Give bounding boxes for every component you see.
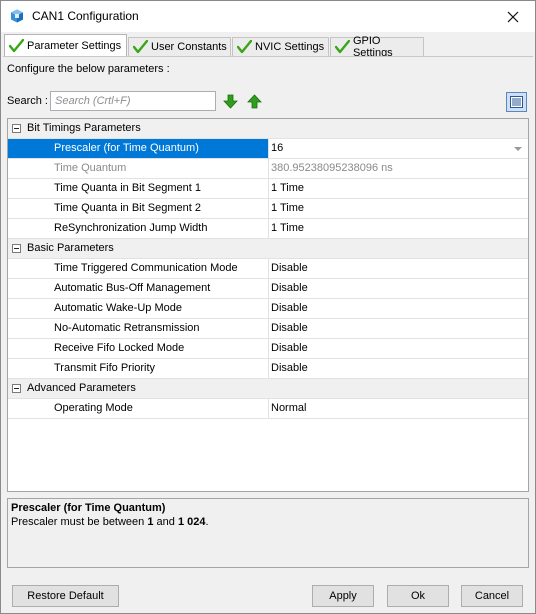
property-row-time-quantum: Time Quantum 380.95238095238096 ns [8,159,528,179]
property-name: Time Triggered Communication Mode [54,262,238,274]
property-value: 380.95238095238096 ns [268,159,528,178]
property-name: Automatic Wake-Up Mode [54,302,182,314]
description-panel: Prescaler (for Time Quantum) Prescaler m… [7,498,529,568]
checkmark-icon [9,38,24,52]
checkmark-icon [237,40,252,54]
dropdown-arrow-icon[interactable] [514,147,522,151]
property-name: Automatic Bus-Off Management [54,282,211,294]
property-name: Time Quanta in Bit Segment 2 [54,202,201,214]
property-name: Time Quantum [54,162,127,174]
group-basic-parameters[interactable]: Basic Parameters [8,239,528,259]
property-value[interactable]: Normal [268,399,528,418]
group-label: Advanced Parameters [27,382,136,394]
property-row-resync-jump-width[interactable]: ReSynchronization Jump Width 1 Time [8,219,528,239]
tab-bar: Parameter Settings User Constants NVIC S… [4,34,534,59]
collapse-icon[interactable] [12,384,21,393]
property-value[interactable]: Disable [268,299,528,318]
property-value[interactable]: Disable [268,259,528,278]
property-row-tx-fifo-priority[interactable]: Transmit Fifo Priority Disable [8,359,528,379]
cancel-button[interactable]: Cancel [461,585,523,607]
list-view-icon [510,96,523,108]
title-bar: CAN1 Configuration [1,1,535,32]
property-row-operating-mode[interactable]: Operating Mode Normal [8,399,528,419]
property-name: No-Automatic Retransmission [54,322,200,334]
property-value[interactable]: Disable [268,359,528,378]
parameter-settings-panel: Configure the below parameters : Search … [3,56,533,576]
tab-gpio-settings[interactable]: GPIO Settings [330,35,424,59]
tab-nvic-settings[interactable]: NVIC Settings [232,37,329,56]
group-bit-timings-parameters[interactable]: Bit Timings Parameters [8,119,528,139]
property-value[interactable]: Disable [268,319,528,338]
tab-label: NVIC Settings [255,41,325,53]
property-value[interactable]: 1 Time [268,199,528,218]
description-text: Prescaler must be between 1 and 1 024. [11,515,525,529]
close-icon [507,11,519,22]
property-grid: Bit Timings Parameters Prescaler (for Ti… [7,118,529,492]
property-row-time-triggered-mode[interactable]: Time Triggered Communication Mode Disabl… [8,259,528,279]
property-row-auto-wake-up[interactable]: Automatic Wake-Up Mode Disable [8,299,528,319]
property-value[interactable]: Disable [268,279,528,298]
ok-button[interactable]: Ok [387,585,449,607]
property-value[interactable]: Disable [268,339,528,358]
configure-instructions: Configure the below parameters : [7,63,170,75]
property-row-bit-segment-2[interactable]: Time Quanta in Bit Segment 2 1 Time [8,199,528,219]
property-row-no-auto-retransmission[interactable]: No-Automatic Retransmission Disable [8,319,528,339]
description-max: 1 024 [177,516,206,528]
restore-default-button[interactable]: Restore Default [12,585,119,607]
property-row-rx-fifo-locked[interactable]: Receive Fifo Locked Mode Disable [8,339,528,359]
arrow-up-icon[interactable] [247,94,262,109]
collapse-icon[interactable] [12,124,21,133]
can1-configuration-dialog: CAN1 Configuration Parameter Settings Us… [0,0,536,614]
description-suffix: . [205,516,209,528]
apply-button[interactable]: Apply [312,585,374,607]
property-value[interactable]: 16 [268,139,528,158]
tab-label: Parameter Settings [27,39,122,52]
property-value[interactable]: 1 Time [268,219,528,238]
search-label: Search : [7,95,48,107]
property-name: Time Quanta in Bit Segment 1 [54,182,201,194]
tab-label: User Constants [151,41,227,53]
property-name: Prescaler (for Time Quantum) [8,139,268,158]
description-title: Prescaler (for Time Quantum) [11,502,166,514]
collapse-icon[interactable] [12,244,21,253]
window-title: CAN1 Configuration [32,9,139,23]
checkmark-icon [133,40,148,54]
cube-app-icon [11,9,23,23]
arrow-down-icon[interactable] [223,94,238,109]
property-name: Receive Fifo Locked Mode [54,342,185,354]
group-advanced-parameters[interactable]: Advanced Parameters [8,379,528,399]
group-label: Bit Timings Parameters [27,122,141,134]
property-name: Transmit Fifo Priority [54,362,156,374]
tab-user-constants[interactable]: User Constants [128,37,231,56]
search-input[interactable] [50,91,216,111]
description-middle: and [153,516,178,528]
close-button[interactable] [491,1,535,32]
property-row-auto-bus-off[interactable]: Automatic Bus-Off Management Disable [8,279,528,299]
group-label: Basic Parameters [27,242,114,254]
property-row-prescaler[interactable]: Prescaler (for Time Quantum) 16 [8,139,528,159]
list-view-toggle-button[interactable] [506,92,527,112]
checkmark-icon [335,40,350,54]
property-name: Operating Mode [54,402,133,414]
description-prefix: Prescaler must be between [11,516,148,528]
property-name: ReSynchronization Jump Width [54,222,208,234]
tab-parameter-settings[interactable]: Parameter Settings [4,34,127,56]
property-value[interactable]: 1 Time [268,179,528,198]
property-row-bit-segment-1[interactable]: Time Quanta in Bit Segment 1 1 Time [8,179,528,199]
